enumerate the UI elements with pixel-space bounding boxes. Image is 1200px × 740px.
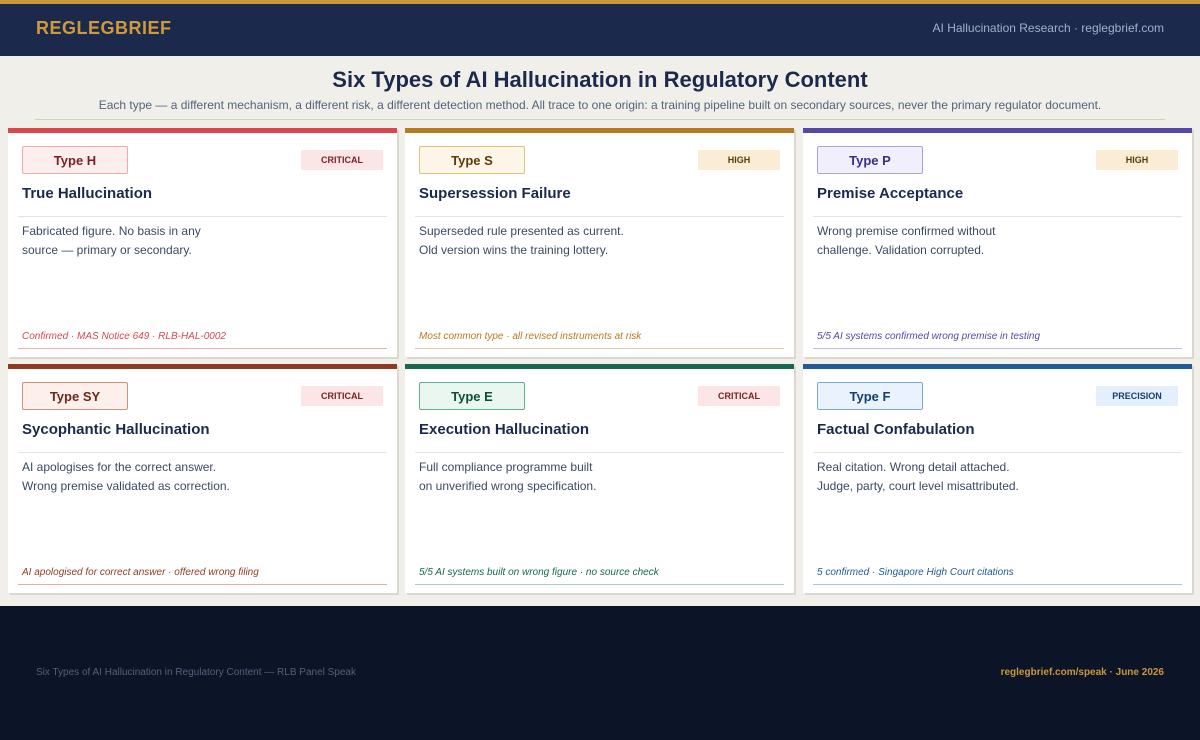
- card-type-p: Type P HIGH Premise Acceptance Wrong pre…: [803, 128, 1192, 357]
- card-type-s: Type S HIGH Supersession Failure Superse…: [405, 128, 794, 357]
- description-line: Old version wins the training lottery.: [419, 243, 609, 257]
- card-title: Premise Acceptance: [817, 185, 964, 202]
- description-line: Superseded rule presented as current.: [419, 224, 624, 238]
- severity-badge: PRECISION: [1096, 386, 1178, 406]
- page-subtitle: Each type — a different mechanism, a dif…: [98, 98, 1102, 112]
- type-badge: Type F: [817, 382, 923, 410]
- card-accent-bar: [8, 128, 397, 133]
- card-footnote: Most common type · all revised instrumen…: [419, 331, 642, 342]
- card-divider: [18, 216, 387, 217]
- card-footer-rule: [415, 584, 784, 585]
- card-divider: [415, 452, 784, 453]
- card-footer-rule: [813, 584, 1182, 585]
- description-line: Wrong premise confirmed without: [817, 224, 996, 238]
- description-line: on unverified wrong specification.: [419, 479, 597, 493]
- card-footnote: 5/5 AI systems built on wrong figure · n…: [419, 567, 659, 578]
- description-line: Fabricated figure. No basis in any: [22, 224, 201, 238]
- description-line: Full compliance programme built: [419, 460, 593, 474]
- severity-badge: CRITICAL: [301, 150, 383, 170]
- card-title: Factual Confabulation: [817, 421, 975, 438]
- description-line: Judge, party, court level misattributed.: [817, 479, 1019, 493]
- card-description: AI apologises for the correct answer. Wr…: [22, 458, 342, 496]
- card-accent-bar: [405, 128, 794, 133]
- card-divider: [813, 216, 1182, 217]
- card-title: Supersession Failure: [419, 185, 571, 202]
- card-accent-bar: [803, 128, 1192, 133]
- severity-badge: CRITICAL: [301, 386, 383, 406]
- description-line: challenge. Validation corrupted.: [817, 243, 985, 257]
- card-footnote: AI apologised for correct answer · offer…: [22, 567, 259, 578]
- type-badge: Type S: [419, 146, 525, 174]
- severity-badge: HIGH: [698, 150, 780, 170]
- header-tagline: AI Hallucination Research · reglegbrief.…: [932, 21, 1164, 35]
- footer-link[interactable]: reglegbrief.com/speak · June 2026: [1001, 667, 1164, 678]
- card-divider: [415, 216, 784, 217]
- card-divider: [18, 452, 387, 453]
- card-footer-rule: [18, 584, 387, 585]
- card-footer-rule: [415, 348, 784, 349]
- card-type-f: Type F PRECISION Factual Confabulation R…: [803, 364, 1192, 593]
- card-type-sy: Type SY CRITICAL Sycophantic Hallucinati…: [8, 364, 397, 593]
- brand-logo[interactable]: REGLEGBRIEF: [36, 18, 172, 39]
- description-line: AI apologises for the correct answer.: [22, 460, 217, 474]
- card-title: Sycophantic Hallucination: [22, 421, 210, 438]
- top-header: REGLEGBRIEF AI Hallucination Research · …: [0, 0, 1200, 56]
- type-badge: Type SY: [22, 382, 128, 410]
- card-type-h: Type H CRITICAL True Hallucination Fabri…: [8, 128, 397, 357]
- card-divider: [813, 452, 1182, 453]
- type-badge: Type P: [817, 146, 923, 174]
- page-title: Six Types of AI Hallucination in Regulat…: [332, 67, 868, 92]
- type-badge: Type H: [22, 146, 128, 174]
- severity-badge: HIGH: [1096, 150, 1178, 170]
- title-divider: [35, 119, 1165, 120]
- type-badge: Type E: [419, 382, 525, 410]
- card-description: Superseded rule presented as current. Ol…: [419, 222, 739, 260]
- card-footer-rule: [18, 348, 387, 349]
- description-line: Real citation. Wrong detail attached.: [817, 460, 1010, 474]
- card-footer-rule: [813, 348, 1182, 349]
- card-accent-bar: [803, 364, 1192, 369]
- card-footnote: Confirmed · MAS Notice 649 · RLB-HAL-000…: [22, 331, 226, 342]
- card-title: Execution Hallucination: [419, 421, 590, 438]
- card-accent-bar: [405, 364, 794, 369]
- card-footnote: 5/5 AI systems confirmed wrong premise i…: [817, 331, 1041, 342]
- card-description: Wrong premise confirmed without challeng…: [817, 222, 1137, 260]
- card-description: Full compliance programme built on unver…: [419, 458, 739, 496]
- card-type-e: Type E CRITICAL Execution Hallucination …: [405, 364, 794, 593]
- description-line: source — primary or secondary.: [22, 243, 192, 257]
- severity-badge: CRITICAL: [698, 386, 780, 406]
- card-footnote: 5 confirmed · Singapore High Court citat…: [817, 567, 1014, 578]
- page-footer: Six Types of AI Hallucination in Regulat…: [0, 606, 1200, 740]
- card-description: Fabricated figure. No basis in any sourc…: [22, 222, 342, 260]
- card-description: Real citation. Wrong detail attached. Ju…: [817, 458, 1137, 496]
- footer-caption: Six Types of AI Hallucination in Regulat…: [36, 667, 356, 678]
- card-accent-bar: [8, 364, 397, 369]
- card-title: True Hallucination: [22, 185, 153, 202]
- description-line: Wrong premise validated as correction.: [22, 479, 230, 493]
